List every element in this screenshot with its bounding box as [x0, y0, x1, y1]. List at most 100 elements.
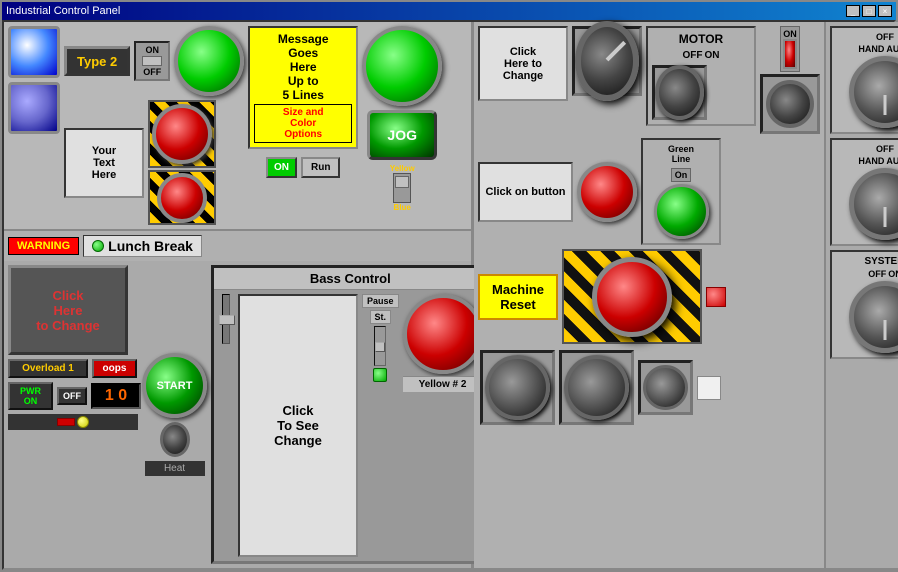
knob-right-2[interactable]: [849, 168, 898, 240]
toggle-body[interactable]: [393, 173, 411, 203]
red-button-right-1[interactable]: [577, 162, 637, 222]
green-indicator-small: [373, 368, 387, 382]
run-button[interactable]: Run: [301, 157, 340, 178]
oops-button[interactable]: oops: [92, 359, 137, 378]
slider-thumb-pause[interactable]: [375, 342, 385, 352]
yellow-toggle[interactable]: Yellow Blue: [390, 164, 415, 212]
vertical-slider-pause[interactable]: [374, 326, 386, 366]
left-bottom-left: Click Here to Change Overload 1 oops PWR…: [8, 265, 138, 564]
counter-display: 1 0: [91, 383, 141, 409]
click-on-button-box[interactable]: Click on button: [478, 162, 573, 222]
motor-knob[interactable]: [655, 65, 704, 120]
red-btn-yellow-col: Yellow # 2: [403, 294, 483, 557]
heat-label: Heat: [145, 461, 205, 476]
big-red-button-reset[interactable]: [592, 257, 672, 337]
bottom-knobs-row: [478, 348, 820, 427]
knob-bottom-2[interactable]: [564, 355, 629, 420]
big-green-button-2[interactable]: [362, 26, 442, 106]
knob-bottom-1-container: [480, 350, 555, 425]
row2-off-label: OFF: [876, 144, 894, 154]
lunch-break-text: Lunch Break: [108, 238, 193, 254]
small-knob-1[interactable]: [160, 422, 190, 457]
type2-button[interactable]: Type 2: [64, 46, 130, 76]
slider-track-left[interactable]: [222, 294, 230, 344]
click-here-change-right[interactable]: Click Here to Change: [478, 26, 568, 101]
on-indicator-area: ON: [780, 26, 800, 72]
big-green-button-1[interactable]: [174, 26, 244, 96]
off-small-button[interactable]: OFF: [57, 387, 87, 405]
switch-handle[interactable]: [142, 56, 162, 66]
click-here-change-box[interactable]: Click Here to Change: [8, 265, 128, 355]
indicator-red-machine[interactable]: [706, 287, 726, 307]
green-line-switch: On: [647, 168, 715, 239]
toggle-knob[interactable]: [395, 176, 409, 188]
small-indicators-row: [10, 416, 136, 428]
knob-row-3-off-on: OFF ON: [868, 269, 898, 279]
small-yellow-indicator: [77, 416, 89, 428]
knob-bottom-3[interactable]: [643, 365, 688, 410]
bass-control-body: Click To See Change Pause St.: [214, 290, 487, 561]
machine-reset-label: Machine Reset: [478, 274, 558, 320]
knob-small-on[interactable]: [766, 80, 814, 128]
col4: JOG Yellow Blue: [362, 26, 442, 225]
row1-hand-label: HAND: [858, 44, 884, 54]
on-off-switch[interactable]: ON OFF: [134, 41, 170, 81]
motor-toggle: OFF ON: [652, 50, 750, 61]
indicator-red-small[interactable]: [783, 39, 797, 69]
on-indicator-label: ON: [783, 29, 797, 39]
click-to-see-box[interactable]: Click To See Change: [238, 294, 358, 557]
text-box-label: Your Text Here: [92, 145, 116, 181]
light-blue-1[interactable]: [8, 26, 60, 78]
step-button[interactable]: St.: [370, 310, 392, 324]
vert-slider-left[interactable]: [218, 294, 234, 557]
light-blue-2[interactable]: [8, 82, 60, 134]
click-on-btn-label: Click on button: [485, 186, 565, 198]
knob-container-1: [572, 26, 642, 96]
knob-right-3[interactable]: [849, 281, 898, 353]
motor-area: MOTOR OFF ON: [646, 26, 756, 126]
on-button[interactable]: ON: [266, 157, 297, 178]
knob-large-1[interactable]: [575, 21, 639, 101]
bottom-strip-left: [8, 414, 138, 430]
maximize-button[interactable]: □: [862, 5, 876, 17]
overload-button[interactable]: Overload 1: [8, 359, 88, 378]
warning-row: WARNING Lunch Break: [4, 231, 471, 261]
knob-bottom-1[interactable]: [485, 355, 550, 420]
slider-thumb-left[interactable]: [219, 315, 235, 325]
bass-control-panel: Bass Control Click To See Change: [211, 265, 490, 564]
row1-off-label: OFF: [876, 32, 894, 42]
on-indicator-col: ON: [760, 26, 820, 134]
knob-right-1[interactable]: [849, 56, 898, 128]
machine-reset-text: Machine Reset: [492, 282, 544, 312]
pwr-button[interactable]: PWR ON: [8, 382, 53, 410]
pause-button[interactable]: Pause: [362, 294, 399, 308]
main-window: Industrial Control Panel _ □ × Type 2: [0, 0, 898, 572]
warning-label: WARNING: [8, 237, 79, 255]
minimize-button[interactable]: _: [846, 5, 860, 17]
small-red-indicator: [57, 418, 75, 426]
pause-col: Pause St.: [362, 294, 399, 557]
knob-container-on: [760, 74, 820, 134]
size-color-box: Size and Color Options: [254, 104, 352, 143]
left-top-section: Type 2 ON OFF Your Text Here: [4, 22, 471, 231]
green-on-indicator: On: [671, 168, 692, 182]
start-button[interactable]: START: [142, 353, 207, 418]
red-button-1[interactable]: [152, 104, 212, 164]
jog-button[interactable]: JOG: [367, 110, 437, 160]
motor-off-label: OFF: [683, 50, 703, 61]
pwr-col: PWR ON: [8, 382, 53, 410]
size-color-text: Size and Color Options: [283, 107, 324, 140]
close-button[interactable]: ×: [878, 5, 892, 17]
toggle-switch-row: Yellow Blue: [390, 164, 415, 212]
green-button-medium[interactable]: [654, 184, 709, 239]
right-panel: Click Here to Change MOTOR OFF ON: [474, 22, 898, 568]
lunch-break-label: Lunch Break: [83, 235, 202, 257]
right-knob-panel: OFF HAND AUTO OFF HAND AUTO: [824, 22, 898, 568]
bass-control-header: Bass Control: [214, 268, 487, 290]
red-button-2[interactable]: [157, 173, 207, 223]
right-center: Click Here to Change MOTOR OFF ON: [474, 22, 824, 568]
warning-stripes-2: [148, 170, 216, 225]
title-bar-buttons: _ □ ×: [846, 5, 892, 17]
red-button-medium[interactable]: [403, 294, 483, 374]
motor-label: MOTOR: [652, 32, 750, 46]
